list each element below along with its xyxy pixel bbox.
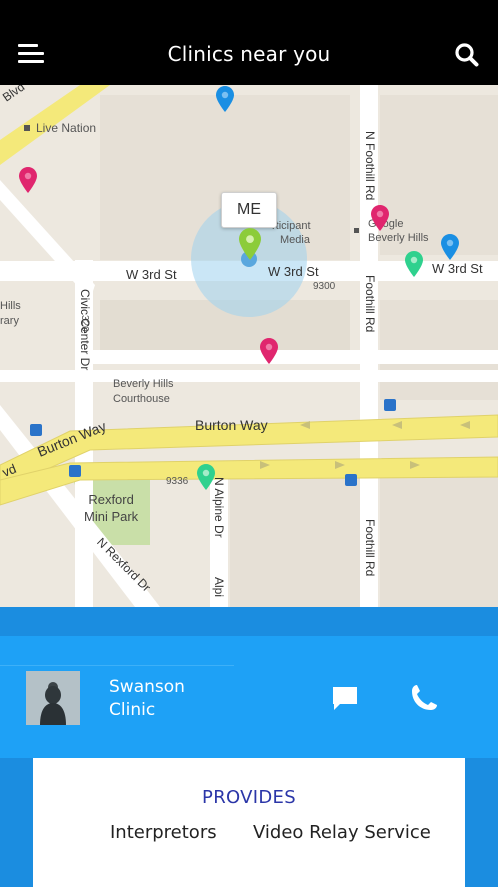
clinic-pin-pink[interactable] [19,167,37,193]
person-silhouette-icon [26,671,80,725]
map-pin-icon [371,205,389,231]
street-label: Civic Center Dr [78,289,92,371]
poi-label: Hills rary [0,299,21,329]
map-pin-icon [239,228,261,260]
street-label: Foothill Rd [363,275,377,333]
poi-label-line: Beverly Hills [113,378,174,390]
map-streets [0,85,498,607]
map-view[interactable]: Live Nation rticipant Media Google Bever… [0,85,498,607]
app-header: Clinics near you [0,0,498,85]
clinic-pin-pink[interactable] [371,205,389,231]
clinic-name-line: Swanson [109,677,185,697]
poi-label-line: Beverly Hills [368,232,429,244]
poi-label: Beverly Hills Courthouse [113,377,174,407]
map-pin-icon [405,251,423,277]
map-pin-icon [260,338,278,364]
poi-label-line: Courthouse [113,393,170,405]
street-label: Alpi [212,577,226,598]
service-item: Interpretors [110,822,217,843]
clinic-pin-blue[interactable] [216,86,234,112]
provides-heading: PROVIDES [202,787,296,808]
map-pin-icon [197,464,215,490]
page-title: Clinics near you [167,42,331,66]
street-label: Burton Way [195,417,268,433]
street-label: Foothill Rd [363,519,377,577]
clinic-pin-green[interactable] [197,464,215,490]
clinic-name: Swanson Clinic [109,676,219,722]
search-button[interactable] [454,42,480,68]
provides-card: PROVIDES Interpretors Video Relay Servic… [33,758,465,887]
clinic-pin-blue[interactable] [441,234,459,260]
clinic-pin-pink[interactable] [260,338,278,364]
park-label-line: Mini Park [84,509,139,524]
street-label: W 3rd St [268,264,319,279]
map-pin-icon [216,86,234,112]
clinic-name-line: Clinic [109,700,156,720]
call-button[interactable] [408,682,440,714]
park-label: Rexford Mini Park [84,491,138,525]
service-item: Video Relay Service [253,822,431,843]
clinic-avatar [26,671,80,725]
address-number: 9336 [166,476,189,487]
map-pin-icon [19,167,37,193]
poi-label-line: Media [280,234,310,246]
panel-handle [0,607,498,636]
poi-label: rticipant Media [272,219,311,247]
street-label: W 3rd St [126,267,177,282]
park-label-line: Rexford [88,492,134,507]
message-button[interactable] [331,685,359,711]
poi-label: Live Nation [36,121,97,135]
poi-label-line: Hills [0,300,21,312]
poi-label-line: rticipant [272,220,311,232]
map-pin-icon [441,234,459,260]
current-location-bubble: ME [221,192,277,228]
search-icon [455,43,479,67]
clinic-pin-green[interactable] [405,251,423,277]
poi-label-line: rary [0,315,19,327]
street-label: W 3rd St [432,261,483,276]
phone-icon [412,685,437,710]
address-number: 9300 [313,281,336,292]
divider [0,665,234,666]
clinic-card[interactable]: Swanson Clinic [0,636,498,758]
details-panel: PROVIDES Interpretors Video Relay Servic… [0,758,498,887]
chat-icon [333,687,357,710]
street-label: N Foothill Rd [363,131,377,201]
current-location-pin[interactable] [239,228,261,260]
